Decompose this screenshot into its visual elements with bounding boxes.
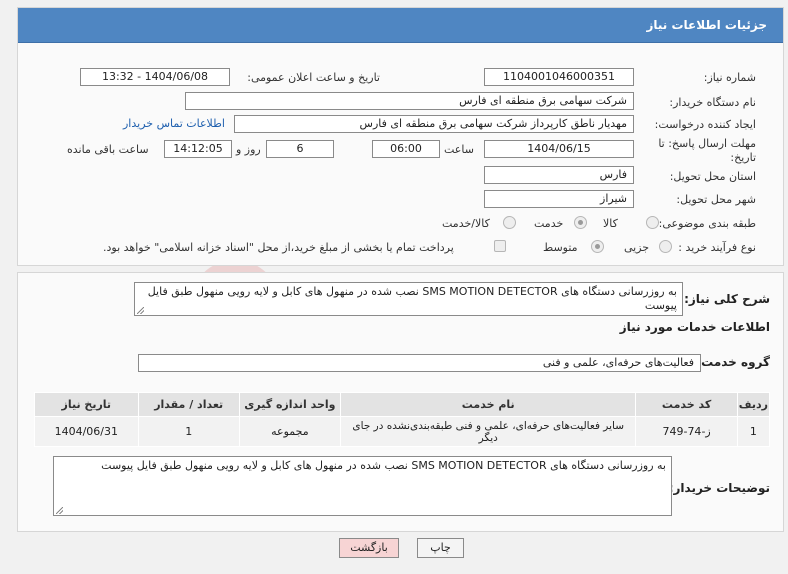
- requester-label: ایجاد کننده درخواست:: [654, 118, 756, 131]
- print-button[interactable]: چاپ: [417, 538, 464, 558]
- service-group-label: گروه خدمت:: [696, 355, 770, 369]
- purchase-medium-label: متوسط: [543, 241, 578, 254]
- panel-header: جزئیات اطلاعات نیاز: [18, 8, 783, 43]
- province-field[interactable]: فارس: [484, 166, 634, 184]
- back-button[interactable]: بازگشت: [339, 538, 399, 558]
- treasury-payment-note: پرداخت تمام یا بخشی از مبلغ خرید،از محل …: [103, 241, 454, 254]
- panel-title: جزئیات اطلاعات نیاز: [646, 18, 767, 32]
- category-goods-radio[interactable]: [646, 216, 659, 229]
- remaining-time-field[interactable]: 14:12:05: [164, 140, 232, 158]
- category-goods-label: کالا: [603, 217, 618, 230]
- services-table: ردیف کد خدمت نام خدمت واحد اندازه گیری ت…: [34, 392, 771, 447]
- deadline-date-field[interactable]: 1404/06/15: [484, 140, 634, 158]
- announce-datetime-field[interactable]: 1404/06/08 - 13:32: [80, 68, 230, 86]
- buyer-notes-label: توضیحات خریدار:: [668, 481, 770, 495]
- general-desc-textarea[interactable]: به روزرسانی دستگاه های SMS MOTION DETECT…: [134, 282, 683, 316]
- deadline-time-label: ساعت: [444, 143, 474, 156]
- remaining-time-label: ساعت باقی مانده: [67, 143, 149, 156]
- table-row: 1 ز-74-749 سایر فعالیت‌های حرفه‌ای، علمی…: [34, 416, 771, 447]
- category-goods-service-radio[interactable]: [503, 216, 516, 229]
- treasury-payment-checkbox[interactable]: [494, 240, 506, 252]
- cell-unit: مجموعه: [238, 416, 342, 447]
- services-title: اطلاعات خدمات مورد نیاز: [619, 320, 770, 334]
- general-desc-text: به روزرسانی دستگاه های SMS MOTION DETECT…: [147, 285, 677, 312]
- category-service-label: خدمت: [534, 217, 564, 230]
- category-goods-service-label: کالا/خدمت: [442, 217, 490, 230]
- city-label: شهر محل تحویل:: [676, 193, 756, 206]
- purchase-type-label: نوع فرآیند خرید :: [678, 241, 756, 254]
- col-qty-header: تعداد / مقدار: [137, 392, 240, 417]
- announce-datetime-label: تاریخ و ساعت اعلان عمومی:: [247, 71, 380, 84]
- buyer-org-field[interactable]: شرکت سهامی برق منطقه ای فارس: [185, 92, 634, 110]
- cell-name: سایر فعالیت‌های حرفه‌ای، علمی و فنی طبقه…: [340, 416, 637, 447]
- buyer-org-label: نام دستگاه خریدار:: [669, 96, 756, 109]
- cell-qty: 1: [137, 416, 240, 447]
- province-label: استان محل تحویل:: [669, 170, 756, 183]
- resize-grip-icon[interactable]: [56, 507, 63, 514]
- col-name-header: نام خدمت: [340, 392, 637, 417]
- cell-date: 1404/06/31: [34, 416, 139, 447]
- col-code-header: کد خدمت: [635, 392, 738, 417]
- purchase-minor-label: جزیی: [624, 241, 650, 254]
- cell-row: 1: [736, 416, 771, 447]
- col-unit-header: واحد اندازه گیری: [238, 392, 342, 417]
- category-label: طبقه بندی موضوعی:: [658, 217, 756, 230]
- resize-grip-icon[interactable]: [137, 307, 144, 314]
- cell-code: ز-74-749: [635, 416, 738, 447]
- requester-field[interactable]: مهدیار ناطق کارپرداز شرکت سهامی برق منطق…: [234, 115, 634, 133]
- city-field[interactable]: شیراز: [484, 190, 634, 208]
- days-label: روز و: [236, 143, 261, 156]
- buyer-contact-link[interactable]: اطلاعات تماس خریدار: [123, 117, 225, 130]
- col-row-header: ردیف: [736, 392, 771, 417]
- general-desc-label: شرح کلی نیاز:: [684, 292, 770, 306]
- days-remaining-field[interactable]: 6: [266, 140, 334, 158]
- table-header-row: ردیف کد خدمت نام خدمت واحد اندازه گیری ت…: [34, 392, 771, 417]
- need-number-field[interactable]: 1104001046000351: [484, 68, 634, 86]
- buyer-notes-text: به روزرسانی دستگاه های SMS MOTION DETECT…: [101, 459, 666, 472]
- purchase-minor-radio[interactable]: [659, 240, 672, 253]
- buyer-notes-textarea[interactable]: به روزرسانی دستگاه های SMS MOTION DETECT…: [53, 456, 672, 516]
- purchase-medium-radio[interactable]: [591, 240, 604, 253]
- category-service-radio[interactable]: [574, 216, 587, 229]
- need-number-label: شماره نیاز:: [703, 71, 756, 84]
- service-group-field[interactable]: فعالیت‌های حرفه‌ای، علمی و فنی: [138, 354, 701, 372]
- deadline-label: مهلت ارسال پاسخ: تا تاریخ:: [658, 137, 756, 164]
- col-date-header: تاریخ نیاز: [34, 392, 139, 417]
- deadline-time-field[interactable]: 06:00: [372, 140, 440, 158]
